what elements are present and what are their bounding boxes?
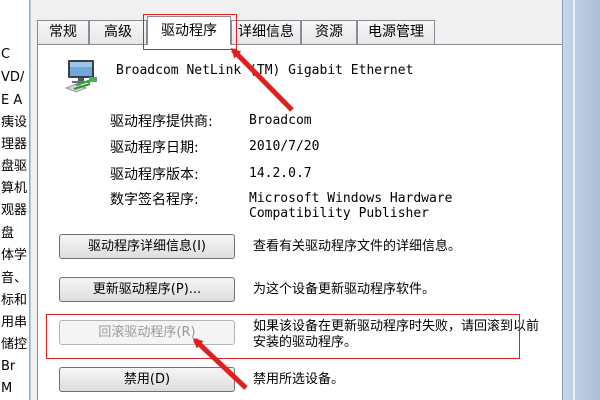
tab-general[interactable]: 常规 (37, 20, 89, 44)
driver-date-label: 驱动程序日期: (110, 140, 199, 156)
roll-back-driver-description: 如果该设备在更新驱动程序时失败，请回滚到以前安装的驱动程序。 (253, 319, 540, 350)
background-line: 储控 (1, 337, 28, 352)
background-line: 用串 (1, 315, 28, 330)
background-line: 音、 (1, 271, 28, 286)
background-line: 观器 (1, 203, 28, 218)
background-line: 痍设 (1, 115, 28, 130)
driver-version-value: 14.2.0.7 (249, 166, 312, 181)
background-line: E A (1, 93, 23, 108)
background-line: 盘 (1, 226, 15, 241)
background-line: 理器 (1, 137, 28, 152)
tab-bar: 常规 高级 驱动程序 详细信息 资源 电源管理 (31, 0, 562, 45)
background-line: VD/ (1, 70, 25, 85)
window-frame-right (562, 0, 600, 400)
digital-signer-label: 数字签名程序: (110, 192, 199, 208)
background-line: 体学 (1, 248, 28, 263)
driver-date-value: 2010/7/20 (249, 139, 320, 154)
driver-tab-panel: Broadcom NetLink (TM) Gigabit Ethernet 驱… (37, 44, 562, 400)
driver-details-description: 查看有关驱动程序文件的详细信息。 (253, 239, 462, 254)
provider-label: 驱动程序提供商: (110, 114, 213, 130)
disable-device-description: 禁用所选设备。 (253, 372, 345, 387)
driver-details-button[interactable]: 驱动程序详细信息(I) (59, 234, 235, 259)
update-driver-description: 为这个设备更新驱动程序软件。 (253, 282, 436, 297)
frame-edge (573, 0, 575, 400)
tab-resources[interactable]: 资源 (301, 20, 357, 44)
device-name: Broadcom NetLink (TM) Gigabit Ethernet (116, 63, 414, 78)
tab-advanced[interactable]: 高级 (89, 20, 147, 44)
background-line: C (1, 47, 11, 62)
tab-details[interactable]: 详细信息 (231, 20, 301, 44)
provider-value: Broadcom (249, 113, 312, 128)
network-adapter-icon (64, 60, 97, 93)
disable-device-button[interactable]: 禁用(D) (59, 367, 235, 392)
tab-power-management[interactable]: 电源管理 (357, 20, 435, 44)
properties-dialog: 常规 高级 驱动程序 详细信息 资源 电源管理 Broadcom NetLink… (31, 0, 562, 400)
roll-back-driver-button[interactable]: 回滚驱动程序(R) (59, 320, 235, 345)
background-device-list: C VD/ E A 痍设 理器 盘驱 算机 观器 盘 体学 音、 标和 用串 储… (0, 0, 30, 400)
update-driver-button[interactable]: 更新驱动程序(P)... (59, 277, 235, 302)
background-line: 标和 (1, 293, 28, 308)
background-line: 盘驱 (1, 159, 28, 174)
tab-driver[interactable]: 驱动程序 (147, 16, 231, 45)
driver-version-label: 驱动程序版本: (110, 167, 199, 183)
background-line: M (1, 381, 13, 396)
background-line: Br (1, 359, 16, 374)
digital-signer-value: Microsoft Windows Hardware Compatibility… (249, 191, 453, 221)
background-line: 算机 (1, 181, 28, 196)
